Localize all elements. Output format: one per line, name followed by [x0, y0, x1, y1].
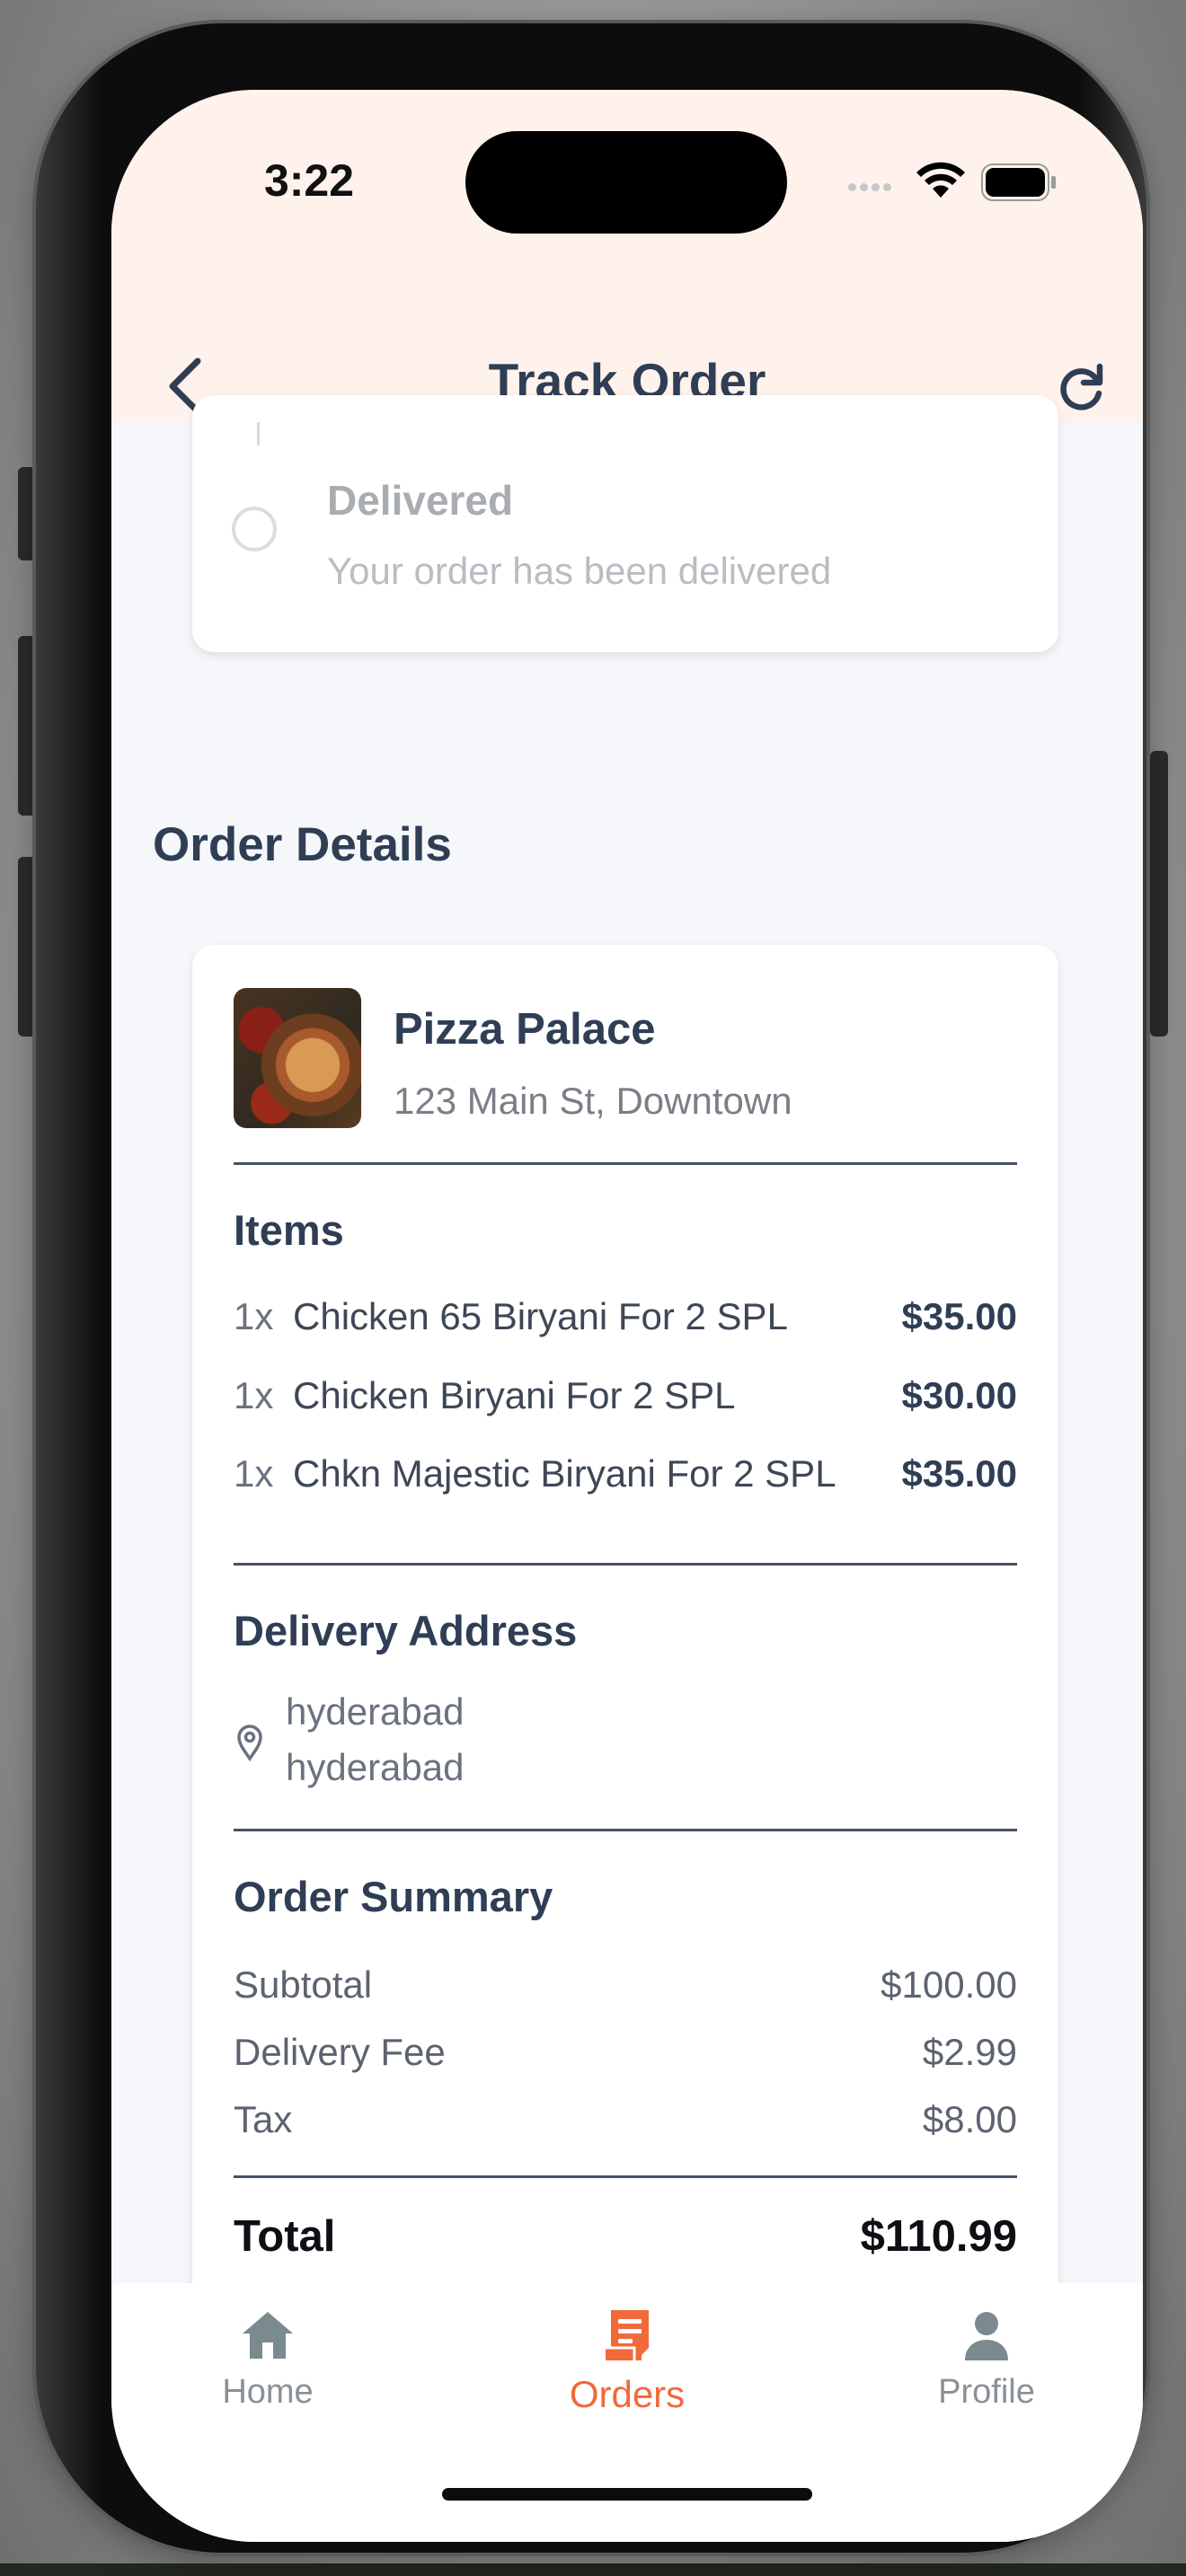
refresh-button[interactable]: [1049, 357, 1112, 420]
dynamic-island: [465, 131, 787, 234]
total-value: $110.99: [860, 2212, 1017, 2261]
tax-row: Tax $8.00: [234, 2098, 1017, 2141]
item-price: $30.00: [901, 1374, 1017, 1416]
order-details-card: Pizza Palace 123 Main St, Downtown Items…: [192, 945, 1058, 2305]
delivery-fee-label: Delivery Fee: [234, 2031, 446, 2073]
total-label: Total: [234, 2212, 336, 2261]
divider: [234, 1563, 1017, 1566]
item-quantity: 1x: [234, 1295, 274, 1337]
volume-up-button: [18, 636, 36, 816]
phone-frame: 3:22 Track Order Delivered Your order ha…: [36, 23, 1146, 2553]
timeline-step-description: Your order has been delivered: [327, 550, 832, 592]
timeline-connector: [257, 422, 260, 446]
delivery-fee-row: Delivery Fee $2.99: [234, 2031, 1017, 2074]
item-name: Chkn Majestic Biryani For 2 SPL: [293, 1452, 836, 1495]
order-summary-heading: Order Summary: [234, 1873, 553, 1920]
bottom-strip: [0, 2563, 1186, 2576]
list-item: 1x Chicken Biryani For 2 SPL $30.00: [234, 1374, 1017, 1425]
item-name: Chicken 65 Biryani For 2 SPL: [293, 1295, 788, 1337]
nav-orders-label: Orders: [569, 2373, 686, 2415]
total-row: Total $110.99: [234, 2211, 1017, 2262]
location-pin-icon: [237, 1725, 262, 1762]
battery-icon: [981, 163, 1056, 201]
signal-icon: [848, 180, 895, 196]
home-icon: [243, 2312, 293, 2359]
scroll-content[interactable]: Delivered Your order has been delivered …: [111, 395, 1143, 2305]
nav-profile[interactable]: Profile: [888, 2307, 1085, 2450]
delivery-address-heading: Delivery Address: [234, 1607, 578, 1654]
delivery-fee-value: $2.99: [922, 2031, 1017, 2073]
divider: [234, 1162, 1017, 1165]
timeline-step-title: Delivered: [327, 477, 514, 524]
wifi-icon: [916, 162, 965, 198]
timeline-step-indicator: [232, 507, 277, 551]
receipt-icon: [606, 2310, 649, 2360]
refresh-icon: [1060, 363, 1103, 410]
nav-orders[interactable]: Orders: [528, 2307, 726, 2450]
subtotal-label: Subtotal: [234, 1963, 373, 2006]
address-line: hyderabad: [286, 1746, 465, 1788]
order-timeline-card: Delivered Your order has been delivered: [192, 395, 1058, 652]
tax-value: $8.00: [922, 2098, 1017, 2140]
restaurant-image: [234, 988, 361, 1128]
home-indicator[interactable]: [442, 2488, 812, 2501]
power-button: [1150, 751, 1168, 1037]
divider: [234, 2175, 1017, 2178]
address-line: hyderabad: [286, 1690, 465, 1733]
list-item: 1x Chicken 65 Biryani For 2 SPL $35.00: [234, 1295, 1017, 1345]
restaurant-address: 123 Main St, Downtown: [394, 1080, 792, 1122]
restaurant-name: Pizza Palace: [394, 1005, 656, 1054]
item-price: $35.00: [901, 1452, 1017, 1495]
tax-label: Tax: [234, 2098, 293, 2140]
item-quantity: 1x: [234, 1374, 274, 1416]
subtotal-row: Subtotal $100.00: [234, 1963, 1017, 2007]
bottom-navigation: Home Orders Profile: [111, 2283, 1143, 2542]
divider: [234, 1829, 1017, 1831]
nav-profile-label: Profile: [938, 2373, 1035, 2411]
nav-home-label: Home: [222, 2373, 314, 2411]
volume-down-button: [18, 857, 36, 1037]
nav-home[interactable]: Home: [169, 2307, 367, 2450]
screen: 3:22 Track Order Delivered Your order ha…: [111, 90, 1143, 2542]
order-details-heading: Order Details: [153, 818, 452, 871]
action-button: [18, 467, 36, 560]
top-bar: 3:22 Track Order: [111, 90, 1143, 422]
item-name: Chicken Biryani For 2 SPL: [293, 1374, 736, 1416]
person-icon: [965, 2312, 1008, 2360]
item-price: $35.00: [901, 1295, 1017, 1337]
list-item: 1x Chkn Majestic Biryani For 2 SPL $35.0…: [234, 1452, 1017, 1503]
item-quantity: 1x: [234, 1452, 274, 1495]
items-heading: Items: [234, 1206, 344, 1254]
subtotal-value: $100.00: [881, 1963, 1017, 2006]
status-time: 3:22: [263, 155, 355, 206]
